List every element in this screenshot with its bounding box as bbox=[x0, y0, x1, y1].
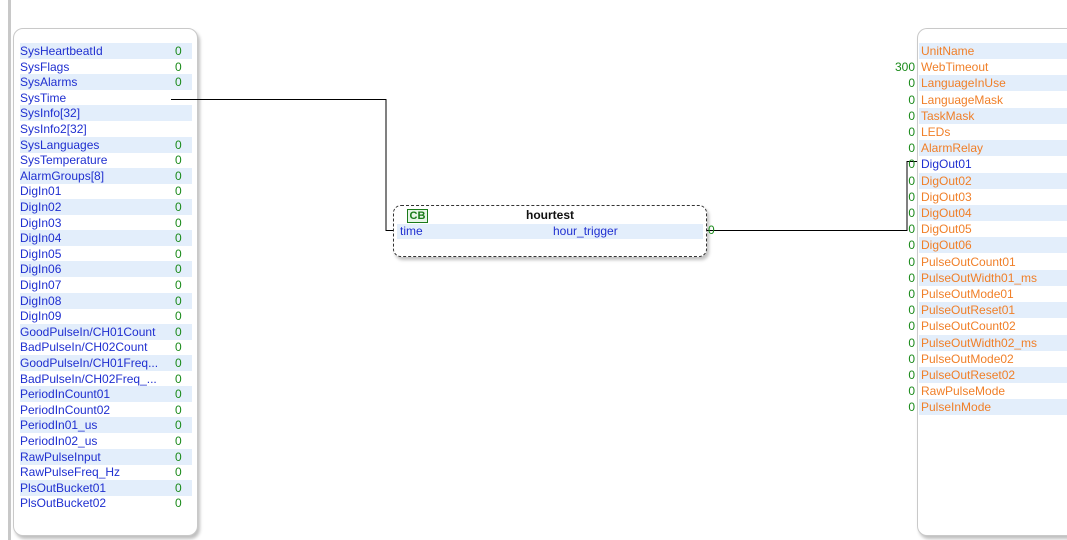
function-block-output-value: 0 bbox=[708, 223, 715, 237]
output-signal-value: 0 bbox=[908, 335, 915, 350]
function-block-hourtest[interactable]: hourtest CB time hour_trigger bbox=[393, 205, 707, 257]
output-signal-value: 0 bbox=[908, 384, 915, 399]
cb-badge-icon: CB bbox=[407, 209, 428, 223]
output-signal-value: 0 bbox=[908, 76, 915, 91]
output-signal-value: 0 bbox=[908, 206, 915, 220]
output-signal-value: 0 bbox=[908, 287, 915, 301]
output-signal-value: 0 bbox=[908, 368, 915, 382]
output-signal-value: 0 bbox=[908, 108, 915, 123]
output-signal-value: 300 bbox=[894, 60, 915, 75]
output-signal-value: 0 bbox=[908, 157, 915, 172]
output-signal-value: 0 bbox=[908, 125, 915, 139]
function-block-io-row: time hour_trigger bbox=[397, 224, 703, 239]
output-signal-value: 0 bbox=[908, 319, 915, 334]
function-block-title: hourtest bbox=[526, 208, 574, 222]
output-signal-value: 0 bbox=[908, 238, 915, 253]
wire-hour-trigger-to-digout01 bbox=[705, 161, 917, 231]
output-signal-value: 0 bbox=[908, 189, 915, 204]
output-signal-value: 0 bbox=[908, 141, 915, 156]
output-signal-value: 0 bbox=[908, 270, 915, 285]
output-signal-value: 0 bbox=[908, 173, 915, 188]
output-signal-value: 0 bbox=[908, 254, 915, 269]
output-signal-value: 0 bbox=[908, 400, 915, 415]
wire-systime-to-time bbox=[171, 99, 396, 231]
connection-wires bbox=[171, 99, 917, 231]
function-block-input-time[interactable]: time bbox=[400, 224, 423, 239]
function-block-output-hour-trigger[interactable]: hour_trigger bbox=[553, 224, 618, 239]
output-signal-value: 0 bbox=[908, 92, 915, 107]
output-signal-value: 0 bbox=[908, 222, 915, 237]
output-signal-value: 0 bbox=[908, 351, 915, 366]
output-signal-value: 0 bbox=[908, 303, 915, 318]
